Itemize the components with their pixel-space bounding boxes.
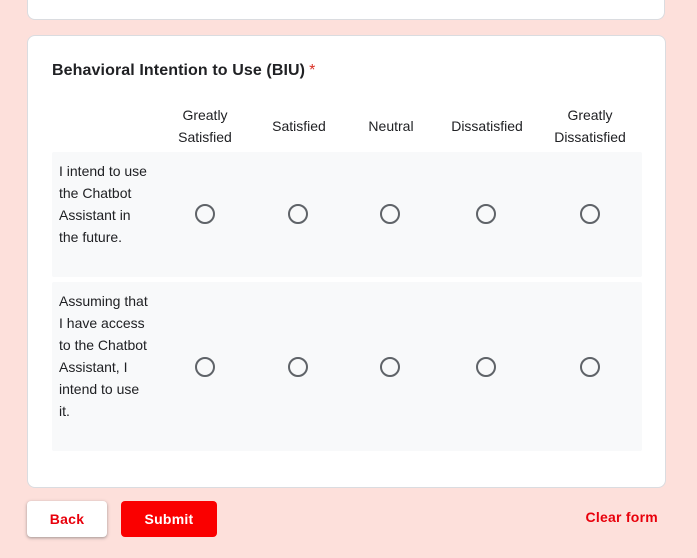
grid-header: Greatly Satisfied Satisfied Neutral Diss… <box>52 102 642 150</box>
radio-row1-greatly-satisfied[interactable] <box>195 204 215 224</box>
submit-button[interactable]: Submit <box>121 501 217 537</box>
radio-row1-neutral[interactable] <box>380 204 400 224</box>
clear-form-link[interactable]: Clear form <box>585 509 658 525</box>
required-asterisk: * <box>309 62 316 79</box>
grid-row: Assuming that I have access to the Chatb… <box>52 282 642 451</box>
back-button[interactable]: Back <box>27 501 107 537</box>
column-header-greatly-dissatisfied: Greatly Dissatisfied <box>554 107 626 145</box>
row-label: Assuming that I have access to the Chatb… <box>59 293 148 419</box>
column-header-dissatisfied: Dissatisfied <box>451 118 523 134</box>
radio-row2-dissatisfied[interactable] <box>476 357 496 377</box>
radio-row2-greatly-satisfied[interactable] <box>195 357 215 377</box>
radio-row1-greatly-dissatisfied[interactable] <box>580 204 600 224</box>
row-label: I intend to use the Chatbot Assistant in… <box>59 163 147 245</box>
radio-row2-greatly-dissatisfied[interactable] <box>580 357 600 377</box>
choice-grid: Greatly Satisfied Satisfied Neutral Diss… <box>52 102 642 451</box>
column-header-neutral: Neutral <box>368 118 414 134</box>
radio-row1-dissatisfied[interactable] <box>476 204 496 224</box>
radio-row2-neutral[interactable] <box>380 357 400 377</box>
question-title: Behavioral Intention to Use (BIU) * <box>52 62 315 80</box>
question-card: Behavioral Intention to Use (BIU) * Great… <box>27 35 666 488</box>
radio-row1-satisfied[interactable] <box>288 204 308 224</box>
grid-row: I intend to use the Chatbot Assistant in… <box>52 152 642 277</box>
previous-question-card <box>27 0 665 20</box>
radio-row2-satisfied[interactable] <box>288 357 308 377</box>
question-title-text: Behavioral Intention to Use (BIU) <box>52 62 306 79</box>
column-header-greatly-satisfied: Greatly Satisfied <box>178 107 232 145</box>
column-header-satisfied: Satisfied <box>272 118 326 134</box>
